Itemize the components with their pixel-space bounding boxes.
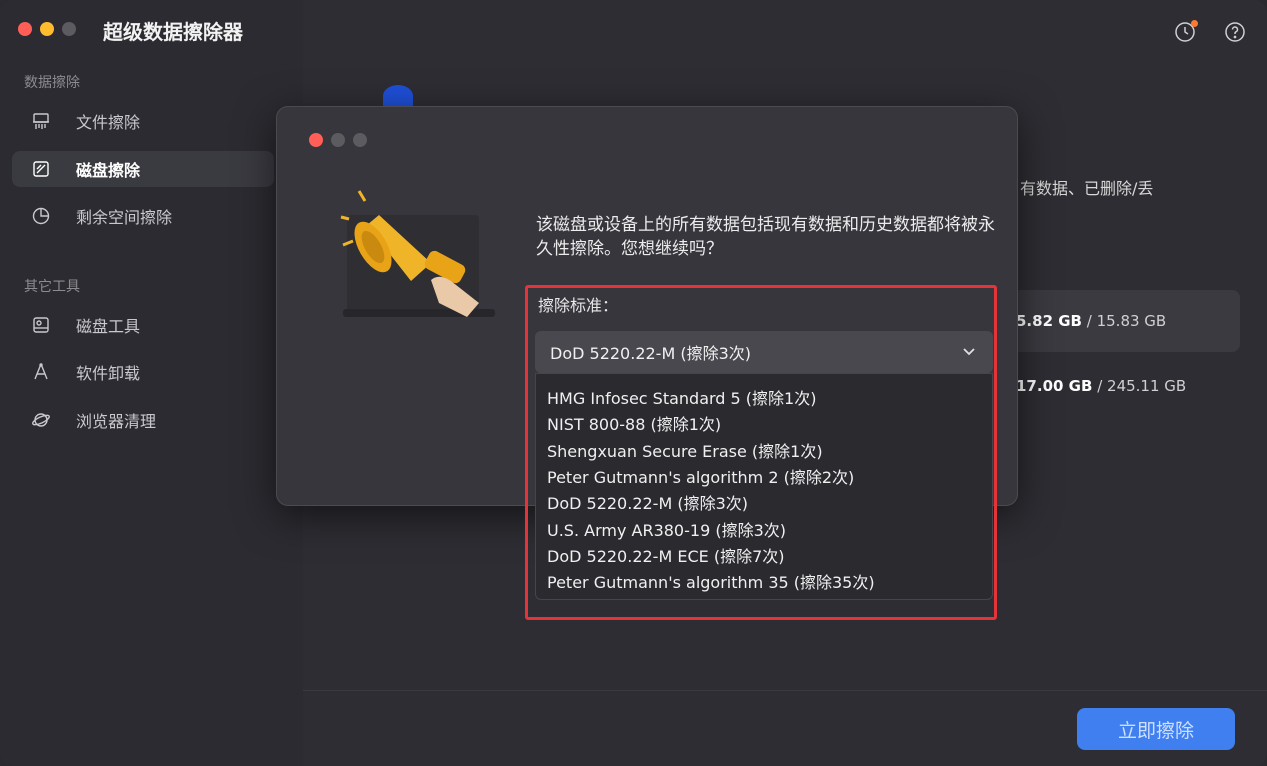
dropdown-option[interactable]: Peter Gutmann's algorithm 2 (擦除2次) [536, 463, 992, 489]
section-label-data-erase: 数据擦除 [24, 75, 80, 91]
pie-chart-icon [30, 205, 52, 227]
background-description: 有数据、已删除/丢 [1020, 179, 1154, 198]
sidebar-item-free-space-erase[interactable]: 剩余空间擦除 [12, 198, 274, 234]
browser-clean-icon [30, 409, 52, 431]
app-window: 超级数据擦除器 数据擦除 文件擦除 磁盘擦除 剩余空间擦除 其它工具 磁盘工具 … [0, 0, 1267, 766]
top-toolbar [1173, 20, 1247, 44]
close-window-button[interactable] [18, 22, 32, 36]
help-button[interactable] [1223, 20, 1247, 44]
disk-row[interactable]: 5.82 GB / 15.83 GB [1000, 290, 1240, 352]
erase-standard-label: 擦除标准： [538, 296, 619, 315]
megaphone-icon [340, 190, 495, 317]
disk-row[interactable]: 17.00 GB / 245.11 GB [1000, 355, 1240, 417]
sidebar-item-label: 文件擦除 [76, 113, 141, 132]
history-button[interactable] [1173, 20, 1198, 44]
section-label-other-tools: 其它工具 [24, 279, 80, 295]
minimize-window-button[interactable] [40, 22, 54, 36]
sidebar: 超级数据擦除器 数据擦除 文件擦除 磁盘擦除 剩余空间擦除 其它工具 磁盘工具 … [0, 0, 303, 766]
erase-now-button[interactable]: 立即擦除 [1077, 708, 1235, 750]
notification-dot [1191, 20, 1198, 27]
dropdown-option[interactable]: DoD 5220.22-M ECE (擦除7次) [536, 542, 992, 568]
dropdown-option[interactable]: NIST 800-88 (擦除1次) [536, 410, 992, 436]
sidebar-item-label: 磁盘工具 [76, 317, 141, 336]
decorative-blob [383, 85, 413, 107]
dialog-message: 该磁盘或设备上的所有数据包括现有数据和历史数据都将被永久性擦除。您想继续吗？ [536, 215, 995, 259]
window-controls [18, 22, 76, 36]
selected-standard: DoD 5220.22-M (擦除3次) [550, 344, 752, 363]
dialog-close-button[interactable] [309, 133, 323, 147]
dropdown-option[interactable]: HMG Infosec Standard 5 (擦除1次) [536, 384, 992, 410]
sidebar-item-label: 软件卸载 [76, 364, 141, 383]
disk-used: 17.00 GB [1016, 377, 1093, 395]
divider [303, 690, 1267, 691]
disk-used: 5.82 GB [1016, 312, 1082, 330]
dropdown-option[interactable]: Peter Gutmann's algorithm 35 (擦除35次) [536, 568, 992, 594]
erase-standard-select[interactable]: DoD 5220.22-M (擦除3次) [535, 331, 993, 373]
sidebar-item-label: 浏览器清理 [76, 412, 157, 431]
sidebar-item-file-erase[interactable]: 文件擦除 [12, 103, 274, 139]
sidebar-item-uninstall[interactable]: 软件卸载 [12, 354, 274, 390]
shredder-icon [30, 110, 52, 132]
zoom-window-button[interactable] [62, 22, 76, 36]
erase-standard-dropdown: HMG Infosec Standard 5 (擦除1次) NIST 800-8… [535, 373, 993, 600]
sidebar-item-disk-erase[interactable]: 磁盘擦除 [12, 151, 274, 187]
sidebar-item-label: 剩余空间擦除 [76, 208, 173, 227]
disk-total: / 15.83 GB [1086, 312, 1167, 330]
app-title: 超级数据擦除器 [103, 20, 243, 44]
dialog-minimize-button[interactable] [331, 133, 345, 147]
dialog-zoom-button[interactable] [353, 133, 367, 147]
sidebar-item-label: 磁盘擦除 [76, 161, 141, 180]
chevron-down-icon [963, 348, 975, 356]
dialog-window-controls [309, 133, 367, 147]
disk-tool-icon [30, 314, 52, 336]
sidebar-item-disk-tool[interactable]: 磁盘工具 [12, 307, 274, 343]
disk-total: / 245.11 GB [1097, 377, 1187, 395]
help-icon [1225, 22, 1245, 42]
dropdown-option[interactable]: DoD 5220.22-M (擦除3次) [536, 489, 992, 515]
sidebar-item-browser-clean[interactable]: 浏览器清理 [12, 402, 274, 438]
dropdown-option[interactable]: Shengxuan Secure Erase (擦除1次) [536, 437, 992, 463]
dropdown-option[interactable]: U.S. Army AR380-19 (擦除3次) [536, 515, 992, 541]
uninstall-icon [30, 361, 52, 383]
disk-erase-icon [30, 158, 52, 180]
